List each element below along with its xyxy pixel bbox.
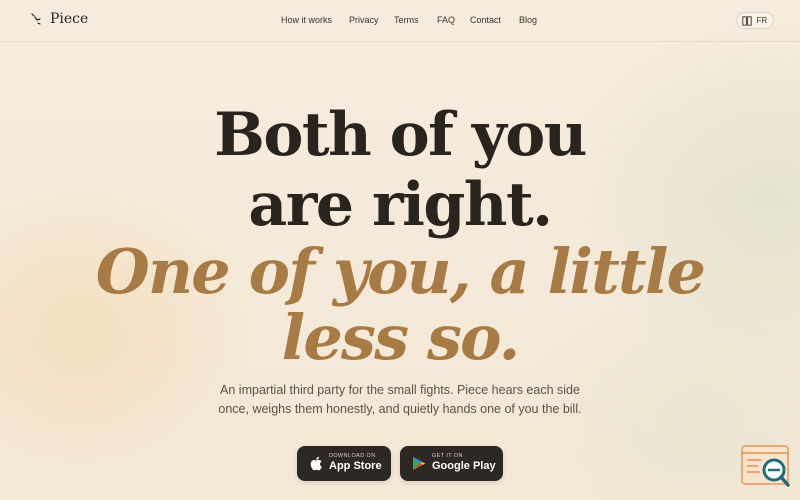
nav-link-faq[interactable]: FAQ xyxy=(437,15,455,25)
hero-line-4: less so. xyxy=(281,301,521,374)
google-play-text: GET IT ON Google Play xyxy=(432,453,496,473)
nav-link-privacy[interactable]: Privacy xyxy=(349,15,379,25)
google-play-big-label: Google Play xyxy=(432,460,496,472)
google-play-small-label: GET IT ON xyxy=(432,453,463,459)
language-toggle-button[interactable]: FR xyxy=(736,12,774,29)
hero-line-2: are right. xyxy=(248,170,553,240)
nav-link-blog[interactable]: Blog xyxy=(519,15,537,25)
hero-subtitle-line-1: An impartial third party for the small f… xyxy=(220,383,580,397)
app-store-text: DOWNLOAD ON App Store xyxy=(329,453,382,473)
corner-widget-button[interactable] xyxy=(741,445,791,489)
nav-link-how-it-works[interactable]: How it works xyxy=(281,15,332,25)
app-store-big-label: App Store xyxy=(329,460,382,472)
nav-link-terms[interactable]: Terms xyxy=(394,15,419,25)
top-nav: Piece How it works Privacy Terms FAQ Con… xyxy=(0,0,800,42)
piece-logo-icon xyxy=(31,13,41,25)
hero-subtitle-line-2: once, weighs them honestly, and quietly … xyxy=(218,402,582,416)
app-store-small-label: DOWNLOAD ON xyxy=(329,453,376,459)
brand-name: Piece xyxy=(50,11,89,27)
hero-line-3: One of you, a little xyxy=(95,235,706,308)
hero-line-1: Both of you xyxy=(214,100,587,170)
google-play-button[interactable]: GET IT ON Google Play xyxy=(400,446,503,481)
hero-subtitle: An impartial third party for the small f… xyxy=(200,381,600,419)
brand-logo-link[interactable]: Piece xyxy=(30,11,88,27)
book-icon xyxy=(742,15,753,26)
language-label: FR xyxy=(756,16,768,25)
search-document-icon xyxy=(741,445,790,487)
google-play-icon xyxy=(413,456,426,471)
nav-link-contact[interactable]: Contact xyxy=(470,15,501,25)
apple-icon xyxy=(310,456,322,471)
app-store-button[interactable]: DOWNLOAD ON App Store xyxy=(297,446,391,481)
